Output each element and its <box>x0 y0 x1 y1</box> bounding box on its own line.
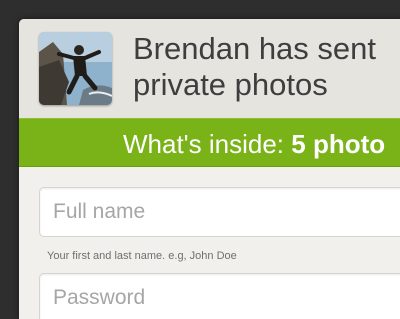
banner-photo-count: 5 photo <box>291 129 386 159</box>
page-title: Brendan has sent private photos <box>133 31 400 103</box>
password-input[interactable] <box>40 274 400 319</box>
banner-text: What's inside: 5 photo <box>123 129 385 160</box>
title-line-1: Brendan has sent <box>133 31 377 66</box>
full-name-field[interactable] <box>39 187 400 237</box>
title-line-2: private photos <box>133 67 328 102</box>
card-header: Brendan has sent private photos <box>19 19 400 118</box>
full-name-input[interactable] <box>40 188 400 236</box>
contents-banner: What's inside: 5 photo <box>19 118 400 167</box>
profile-photo-icon <box>39 32 112 105</box>
full-name-hint: Your first and last name. e.g, John Doe <box>47 250 237 262</box>
password-field[interactable] <box>39 273 400 319</box>
avatar <box>39 32 112 105</box>
banner-prefix: What's inside: <box>123 129 292 159</box>
signup-card: Brendan has sent private photos What's i… <box>19 19 400 319</box>
